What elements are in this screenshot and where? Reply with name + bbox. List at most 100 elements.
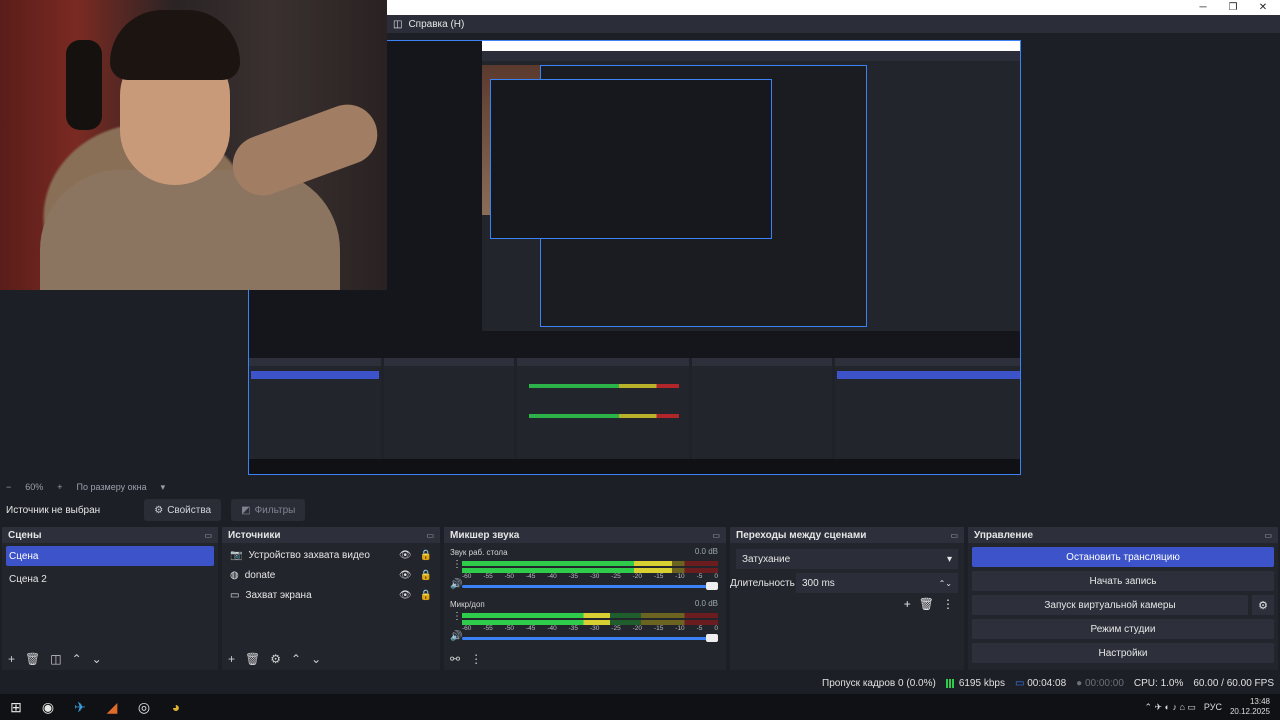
chevron-down-icon[interactable]: ▾ [161,482,166,493]
zoom-in-icon[interactable]: + [57,482,62,492]
virtual-camera-button[interactable]: Запуск виртуальной камеры ⚙ [972,595,1274,615]
source-toolbar: Источник не выбран ⚙ Свойства ◩ Фильтры [0,497,1280,523]
scene-label: Сцена 2 [9,573,47,585]
no-source-label: Источник не выбран [6,504,101,516]
level-meter [462,561,672,566]
zoom-out-icon[interactable]: − [6,482,11,492]
transition-value: Затухание [742,553,791,565]
more-icon[interactable]: ⋮ [452,611,462,622]
maximize-icon[interactable]: ❐ [1218,0,1248,15]
spinner-icon[interactable]: ⌃⌄ [939,579,952,588]
steam-icon[interactable]: ◉ [32,694,64,720]
tick-label: -10 [675,573,685,580]
undock-icon[interactable]: ▭ [426,531,434,540]
minimize-icon[interactable]: ─ [1188,0,1218,15]
transition-select[interactable]: Затухание ▾ [736,549,958,569]
add-icon[interactable]: + [8,652,15,666]
signal-icon [945,678,956,688]
chrome-icon[interactable]: ◕ [160,694,192,720]
fps: 60.00 / 60.00 FPS [1193,678,1274,689]
close-icon[interactable]: ✕ [1248,0,1278,15]
stop-stream-button[interactable]: Остановить трансляцию [972,547,1274,567]
nested-transitions [692,358,832,459]
trash-icon[interactable]: 🗑 [245,652,260,666]
tick-label: -15 [653,573,664,580]
source-label: Устройство захвата видео [248,549,370,561]
mixer-title: Микшер звука [450,529,520,541]
eye-icon[interactable]: 👁 [399,590,412,601]
tick-label: -35 [568,625,579,632]
nested-mixer [517,358,689,459]
gear-icon: ⚙ [154,504,164,516]
volume-slider[interactable] [462,582,718,590]
duration-value: 300 ms [802,577,835,589]
scene-item[interactable]: Сцена [6,546,214,566]
undock-icon[interactable]: ▭ [204,531,212,540]
source-item[interactable]: 📷 Устройство захвата видео 👁 🔒 [222,545,440,565]
trash-icon[interactable]: 🗑 [25,652,40,666]
studio-mode-button[interactable]: Режим студии [972,619,1274,639]
windows-start-icon[interactable]: ⊞ [0,694,32,720]
tick-label: -30 [589,573,600,580]
slider-knob[interactable] [706,582,718,590]
duration-input[interactable]: 300 ms ⌃⌄ [796,573,958,593]
record-time: ● 00:00:00 [1076,678,1124,689]
preview-zoom-bar: − 60% + По размеру окна ▾ [0,481,1280,493]
start-record-button[interactable]: Начать запись [972,571,1274,591]
language-indicator[interactable]: РУС [1204,702,1222,712]
volume-icon[interactable]: 🔊 [450,631,462,642]
arrow-down-icon[interactable]: ⌄ [92,652,102,666]
volume-slider[interactable] [462,634,718,642]
menu-help[interactable]: Справка (H) [408,19,464,30]
window-titlebar [387,0,1280,15]
slider-knob[interactable] [706,634,718,642]
filter-icon: ◩ [241,504,251,516]
add-icon[interactable]: + [228,652,235,666]
trash-icon[interactable]: 🗑 [919,597,934,611]
undock-icon[interactable]: ▭ [712,531,720,540]
duration-label: Длительность [730,577,795,589]
tick-label: -20 [632,625,643,632]
more-icon[interactable]: ⋮ [470,652,482,666]
arrow-up-icon[interactable]: ⌃ [291,652,301,666]
filters-button[interactable]: ◩ Фильтры [231,499,306,521]
gear-icon[interactable]: ⚙ [270,652,281,666]
lock-icon[interactable]: 🔒 [420,570,432,581]
tick-label: -10 [675,625,685,632]
zoom-fit[interactable]: По размеру окна [77,482,147,492]
bitrate: 6195 kbps [945,678,1005,689]
virtual-camera-label: Запуск виртуальной камеры [1044,599,1176,611]
source-item[interactable]: ◍ donate 👁 🔒 [222,565,440,585]
arrow-down-icon[interactable]: ⌄ [311,652,321,666]
volume-icon[interactable]: 🔊 [450,579,462,590]
tick-label: -40 [547,625,557,632]
tick-label: -60 [462,573,472,580]
eye-icon[interactable]: 👁 [399,550,412,561]
filter-icon[interactable]: ◫ [50,652,61,666]
eye-icon[interactable]: 👁 [399,570,412,581]
gear-icon[interactable]: ⚙ [1252,595,1274,615]
settings-button[interactable]: Настройки [972,643,1274,663]
more-icon[interactable]: ⋮ [452,559,462,570]
more-icon[interactable]: ⋮ [942,597,954,611]
link-icon[interactable]: ⚯ [450,652,460,666]
add-icon[interactable]: + [904,597,911,611]
undock-icon[interactable]: ▭ [1264,531,1272,540]
properties-button[interactable]: ⚙ Свойства [144,499,222,521]
tick-label: -30 [589,625,600,632]
tray-icons[interactable]: ⌃ ✈ ◐ ♪ ⌂ ▭ [1144,702,1195,713]
tick-label: 0 [714,625,718,632]
source-item[interactable]: ▭ Захват экрана 👁 🔒 [222,585,440,605]
scene-item[interactable]: Сцена 2 [6,569,214,589]
lock-icon[interactable]: 🔒 [420,550,432,561]
tick-label: -40 [547,573,557,580]
lock-icon[interactable]: 🔒 [420,590,432,601]
undock-icon[interactable]: ▭ [950,531,958,540]
nested-meter-1 [529,384,679,388]
clock[interactable]: 13:48 20.12.2025 [1230,697,1270,717]
help-icon: ◫ [393,18,403,30]
obs-icon[interactable]: ◎ [128,694,160,720]
telegram-icon[interactable]: ✈ [64,694,96,720]
app-icon[interactable]: ◢ [96,694,128,720]
arrow-up-icon[interactable]: ⌃ [72,652,82,666]
